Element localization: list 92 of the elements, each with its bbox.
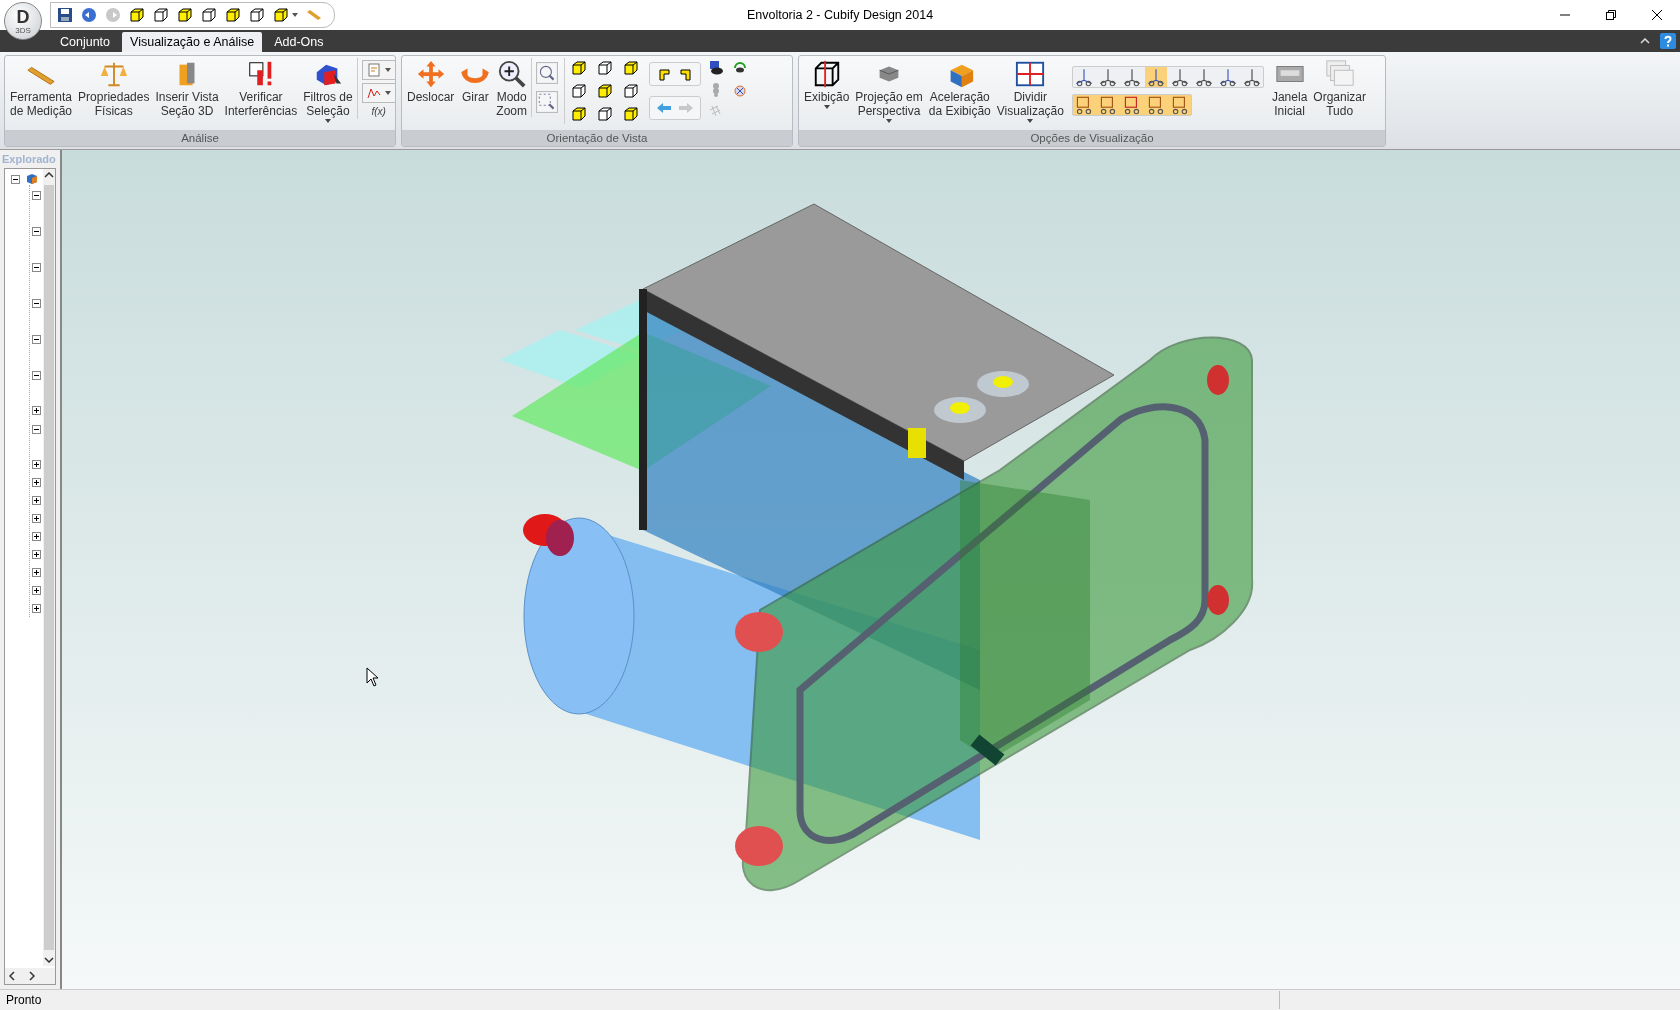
expand-icon[interactable] xyxy=(32,477,41,487)
cube-icon[interactable] xyxy=(571,83,588,99)
curve-icon xyxy=(366,86,381,100)
collapse-icon[interactable] xyxy=(32,227,41,236)
logo-subtext: 3DS xyxy=(15,25,31,35)
dropdown-button[interactable] xyxy=(361,60,396,80)
explorer-title: Explorado xyxy=(1,152,56,167)
expand-icon[interactable] xyxy=(32,513,41,523)
ribbon-tab[interactable]: Conjunto xyxy=(52,32,119,52)
collapse-icon[interactable] xyxy=(32,335,41,344)
ribbon-button[interactable]: Projeção em Perspectiva xyxy=(853,58,925,124)
axis-icon[interactable] xyxy=(1144,67,1167,87)
help-icon[interactable] xyxy=(1660,33,1676,49)
collapse-icon[interactable] xyxy=(32,425,41,434)
caret-icon xyxy=(384,91,391,95)
cube-icon[interactable] xyxy=(249,7,265,23)
cube-icon[interactable] xyxy=(201,7,217,23)
cube-icon[interactable] xyxy=(153,7,169,23)
caret-icon xyxy=(384,68,391,72)
caret-icon[interactable] xyxy=(292,13,298,17)
ribbon-tab[interactable]: Visualização e Análise xyxy=(122,32,263,52)
expand-icon[interactable] xyxy=(32,567,41,577)
expand-icon[interactable] xyxy=(32,585,41,595)
expand-icon[interactable] xyxy=(32,549,41,559)
group-title: Orientação de Vista xyxy=(402,130,792,146)
collapse-ribbon-icon[interactable] xyxy=(1640,38,1650,44)
app-logo[interactable]: D 3DS xyxy=(4,2,42,40)
turn-left-icon[interactable] xyxy=(656,66,673,82)
assembly-icon[interactable] xyxy=(26,173,38,185)
formula-button[interactable]: f(x) xyxy=(371,106,386,117)
cube-icon[interactable] xyxy=(571,106,588,122)
scroll-down-icon xyxy=(44,957,54,963)
cube-icon[interactable] xyxy=(623,83,640,99)
scroll-up-icon xyxy=(44,172,54,178)
ribbon-button[interactable]: Exibição xyxy=(802,58,852,110)
logo-letter: D xyxy=(16,7,30,26)
housing-model-drawing[interactable] xyxy=(500,203,1253,892)
cube-icon[interactable] xyxy=(623,106,640,122)
collapse-icon[interactable] xyxy=(32,371,41,380)
delete-icon[interactable] xyxy=(732,82,749,98)
status-text: Pronto xyxy=(5,993,42,1007)
scroll-right-icon xyxy=(29,971,35,981)
zoom-window-icon[interactable] xyxy=(536,91,559,113)
zoom-icon[interactable] xyxy=(536,62,559,84)
arrow-left-icon[interactable] xyxy=(656,100,673,116)
document-icon xyxy=(366,63,381,77)
dropdown-button[interactable] xyxy=(361,83,396,103)
ribbon-button[interactable]: Modo Zoom xyxy=(494,58,530,119)
split-view-icon xyxy=(1015,59,1046,89)
ribbon-button[interactable]: Girar xyxy=(458,58,493,105)
group-title: Análise xyxy=(5,130,395,146)
undo-icon[interactable] xyxy=(81,7,97,23)
cube-icon[interactable] xyxy=(177,7,193,23)
scroll-left-icon xyxy=(9,971,15,981)
zoom-icon xyxy=(496,59,527,89)
ribbon-button[interactable]: Filtros de Seleção xyxy=(301,58,355,124)
mouse-cursor-icon xyxy=(366,667,378,687)
window-title: Envoltoria 2 - Cubify Design 2014 xyxy=(746,8,934,22)
expand-icon[interactable] xyxy=(32,603,41,613)
expand-icon[interactable] xyxy=(32,531,41,541)
horizontal-scrollbar[interactable] xyxy=(5,968,55,984)
vertical-scrollbar[interactable] xyxy=(43,169,55,966)
ribbon-button[interactable]: Janela Inicial xyxy=(1269,58,1310,119)
cube-icon[interactable] xyxy=(597,83,614,99)
collapse-icon[interactable] xyxy=(11,174,20,184)
save-icon[interactable] xyxy=(57,7,73,23)
expand-icon[interactable] xyxy=(32,459,41,469)
cube-icon[interactable] xyxy=(571,60,588,76)
cube-icon[interactable] xyxy=(273,7,289,23)
ribbon-button[interactable]: Organizar Tudo xyxy=(1311,58,1368,119)
group-title: Opções de Visualização xyxy=(799,130,1385,146)
cube-icon[interactable] xyxy=(597,60,614,76)
windows-icon xyxy=(1324,59,1355,89)
move-icon xyxy=(415,59,446,89)
collapse-icon[interactable] xyxy=(32,263,41,272)
ribbon-button[interactable]: Ferramenta de Medição xyxy=(8,58,75,119)
cube-icon[interactable] xyxy=(225,7,241,23)
ribbon-button[interactable]: Inserir Vista Seção 3D xyxy=(153,58,221,119)
cube-icon[interactable] xyxy=(623,60,640,76)
cube-icon[interactable] xyxy=(129,7,145,23)
ribbon-button[interactable]: Verificar Interferências xyxy=(222,58,300,119)
ribbon-button[interactable]: Aceleração da Exibição xyxy=(926,58,993,119)
ribbon-button[interactable]: Deslocar xyxy=(405,58,457,105)
cube-icon[interactable] xyxy=(597,106,614,122)
expand-icon[interactable] xyxy=(32,405,41,415)
collapse-icon[interactable] xyxy=(32,191,41,200)
3d-viewport[interactable] xyxy=(62,150,1680,989)
ribbon-button[interactable]: Propriedades Físicas xyxy=(76,58,152,119)
collapse-icon[interactable] xyxy=(32,299,41,308)
ribbon-tab[interactable]: Add-Ons xyxy=(266,32,332,52)
expand-icon[interactable] xyxy=(32,495,41,505)
ribbon-button[interactable]: Dividir Visualização xyxy=(994,58,1066,124)
